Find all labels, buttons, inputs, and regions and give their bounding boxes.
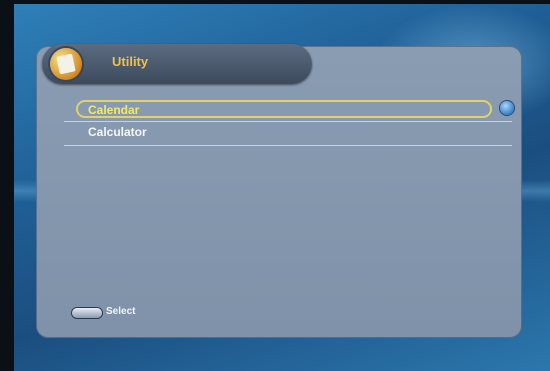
title-bar	[42, 44, 312, 84]
menu-item-calendar[interactable]: Calendar	[76, 100, 492, 118]
menu-item-label: Calendar	[88, 103, 140, 117]
scroll-indicator-icon	[500, 101, 514, 115]
footer-hint: Select	[60, 304, 516, 324]
footer-hint-label: Select	[106, 306, 136, 317]
menu-panel	[36, 46, 522, 338]
ok-button-icon	[72, 308, 102, 318]
menu-item-label: Calculator	[88, 125, 147, 139]
page-title: Utility	[112, 54, 149, 69]
utility-icon	[50, 48, 82, 80]
menu-item-calculator[interactable]: Calculator	[76, 124, 492, 142]
notepad-glyph-icon	[56, 53, 76, 75]
divider	[64, 121, 512, 122]
divider	[64, 145, 512, 146]
